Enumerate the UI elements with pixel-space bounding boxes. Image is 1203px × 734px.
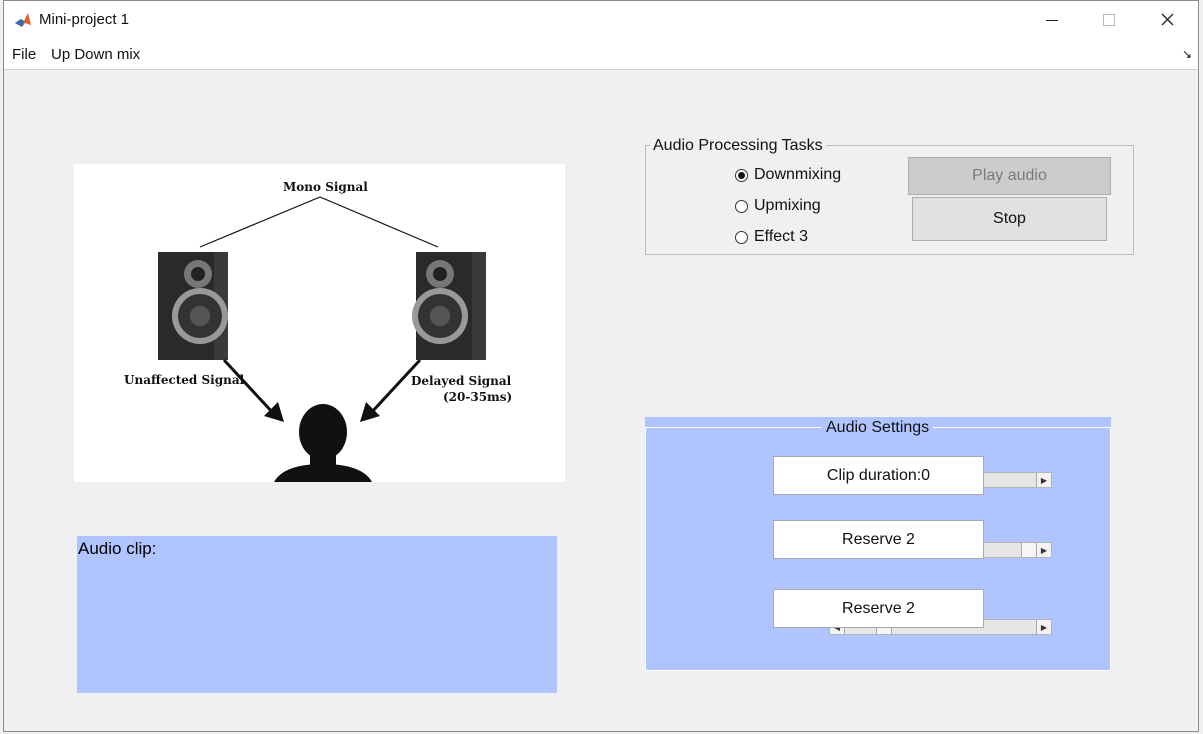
reserve-2-field-b[interactable]: Reserve 2 bbox=[773, 589, 984, 628]
audio-settings-panel: Audio Settings ▶ Clip duration:0 ▶ Reser… bbox=[645, 419, 1111, 671]
radio-selected-icon bbox=[735, 168, 748, 182]
unaffected-signal-label: Unaffected Signal bbox=[124, 373, 245, 387]
radio-downmixing[interactable]: Downmixing bbox=[735, 166, 841, 184]
clip-duration-slider[interactable]: ▶ bbox=[983, 472, 1052, 488]
maximize-button[interactable] bbox=[1080, 1, 1138, 39]
settings-panel-title: Audio Settings bbox=[822, 419, 934, 437]
reserve-2-field[interactable]: Reserve 2 bbox=[773, 520, 984, 559]
stop-button[interactable]: Stop bbox=[912, 197, 1107, 241]
close-icon bbox=[1161, 10, 1174, 31]
matlab-logo-icon bbox=[14, 11, 32, 29]
figure-area: Mono Signal Unaffected Signal Delayed Si… bbox=[4, 70, 1198, 731]
menu-up-down-mix[interactable]: Up Down mix bbox=[51, 46, 140, 63]
audio-processing-tasks-group: Audio Processing Tasks Downmixing Upmixi… bbox=[645, 137, 1134, 255]
slider-right-arrow-icon[interactable]: ▶ bbox=[1036, 473, 1051, 487]
radio-label: Downmixing bbox=[754, 166, 842, 183]
radio-label: Upmixing bbox=[754, 197, 821, 214]
stereo-illustration: Mono Signal Unaffected Signal Delayed Si… bbox=[74, 164, 565, 482]
slider-right-arrow-icon[interactable]: ▶ bbox=[1036, 543, 1051, 557]
menu-bar: File Up Down mix ↘ bbox=[4, 39, 1198, 70]
delayed-signal-label: Delayed Signal bbox=[411, 374, 512, 388]
play-audio-button[interactable]: Play audio bbox=[908, 157, 1111, 195]
left-speaker-icon bbox=[158, 252, 228, 360]
radio-unselected-icon bbox=[735, 230, 748, 244]
minimize-icon bbox=[1046, 19, 1058, 21]
audio-clip-panel: Audio clip: bbox=[77, 536, 557, 693]
window-title: Mini-project 1 bbox=[39, 11, 130, 28]
maximize-icon bbox=[1103, 14, 1115, 26]
delay-range-label: (20-35ms) bbox=[443, 390, 513, 404]
radio-label: Effect 3 bbox=[754, 228, 808, 245]
audio-clip-label: Audio clip: bbox=[78, 539, 157, 558]
mono-signal-label: Mono Signal bbox=[283, 180, 368, 194]
title-bar: Mini-project 1 bbox=[4, 1, 1198, 39]
app-window: Mini-project 1 File Up Down mix ↘ Mono S… bbox=[3, 0, 1199, 732]
clip-duration-field[interactable]: Clip duration:0 bbox=[773, 456, 984, 495]
radio-unselected-icon bbox=[735, 199, 748, 213]
tasks-group-title: Audio Processing Tasks bbox=[650, 137, 826, 155]
close-button[interactable] bbox=[1138, 1, 1196, 39]
undock-icon[interactable]: ↘ bbox=[1182, 47, 1192, 61]
radio-effect-3[interactable]: Effect 3 bbox=[735, 228, 808, 246]
listener-head-icon bbox=[274, 404, 372, 482]
right-speaker-icon bbox=[412, 252, 486, 360]
slider-right-arrow-icon[interactable]: ▶ bbox=[1036, 620, 1051, 634]
minimize-button[interactable] bbox=[1023, 1, 1081, 39]
slider-thumb[interactable] bbox=[1021, 543, 1037, 557]
radio-upmixing[interactable]: Upmixing bbox=[735, 197, 821, 215]
menu-file[interactable]: File bbox=[12, 46, 36, 63]
